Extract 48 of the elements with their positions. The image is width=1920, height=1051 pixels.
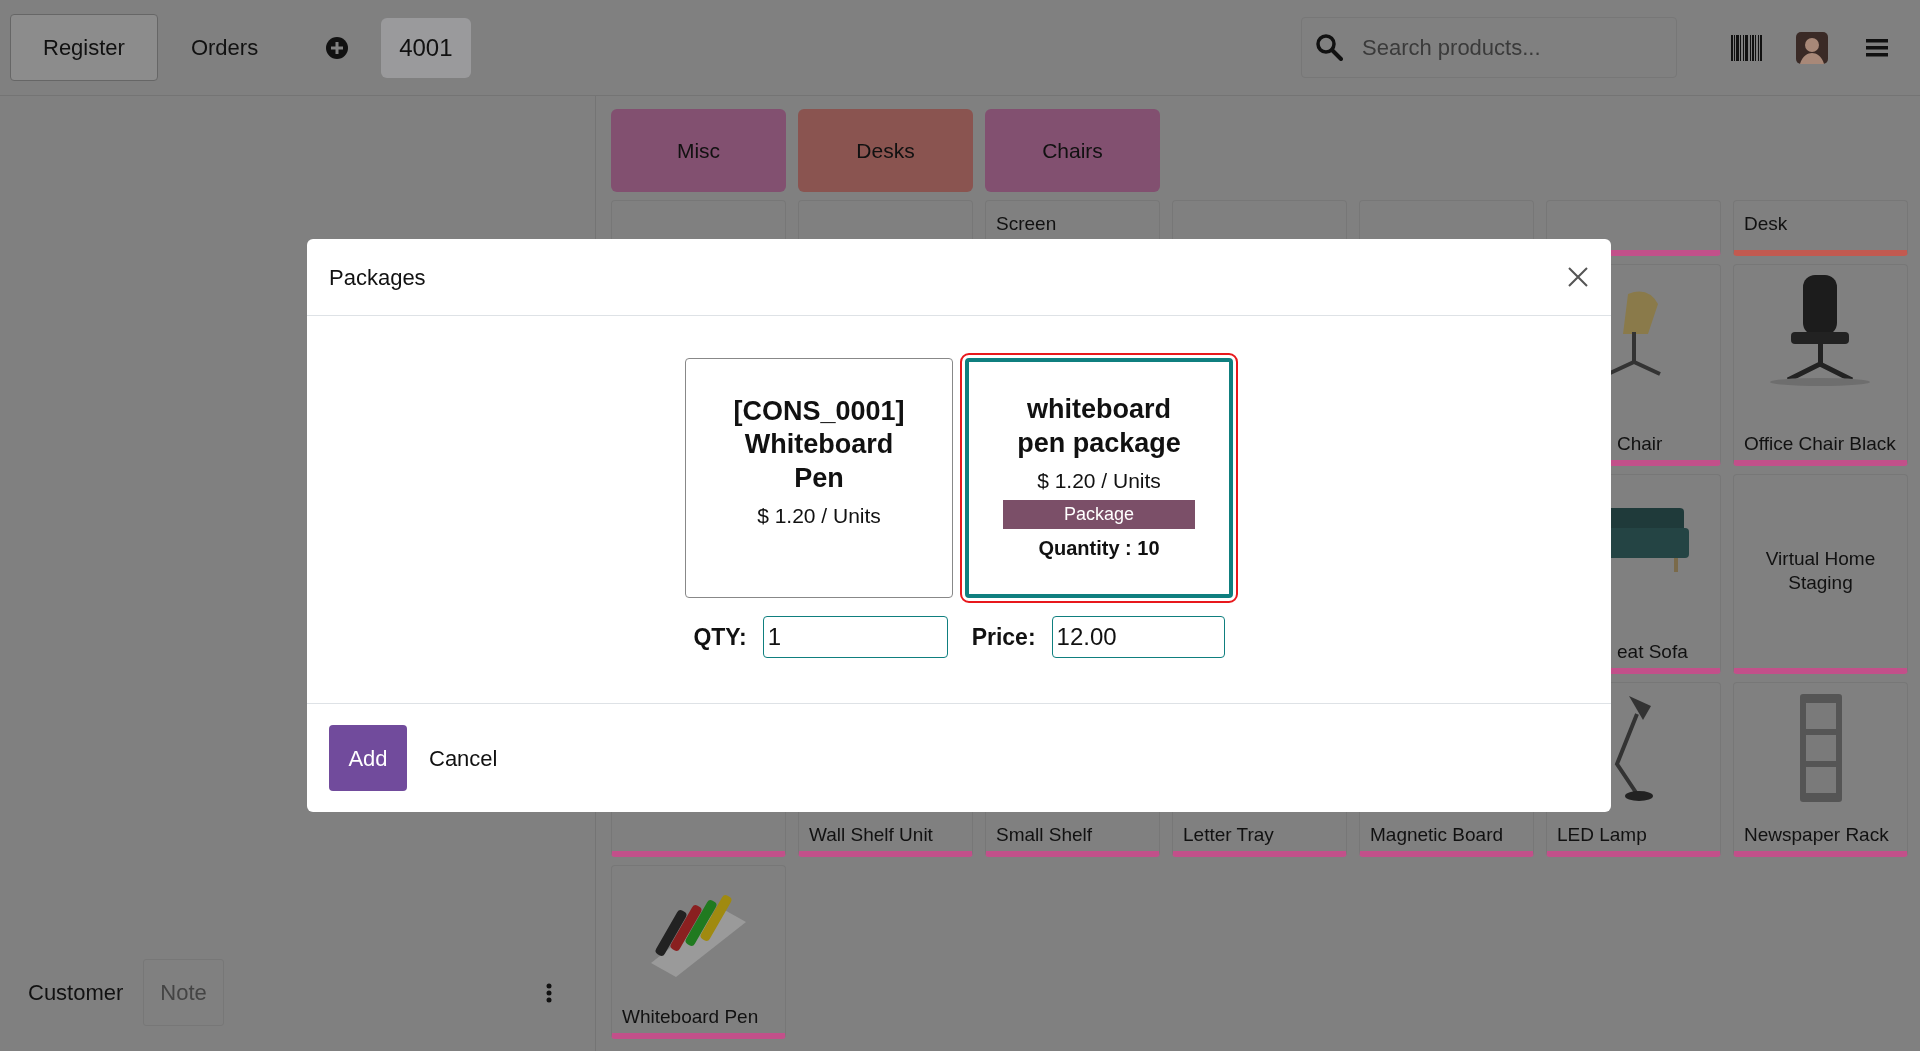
option-price: $ 1.20 / Units <box>756 502 882 529</box>
category-button[interactable]: Chairs <box>985 109 1160 192</box>
product-name: LED Lamp <box>1556 823 1648 848</box>
package-badge: Package <box>1003 500 1195 529</box>
product-name: Virtual Home Staging <box>1764 546 1877 595</box>
product-name: Desk <box>1743 212 1789 237</box>
search-field[interactable]: Search products... <box>1301 17 1677 78</box>
option-title: [CONS_0001] Whiteboard Pen <box>732 394 906 496</box>
product-name: Newspaper Rack <box>1743 823 1890 848</box>
search-icon <box>1315 33 1343 61</box>
add-icon[interactable] <box>325 35 350 60</box>
input-field[interactable]: 12.00 <box>1051 616 1225 658</box>
product-card[interactable]: Newspaper Rack <box>1733 682 1908 857</box>
product-name: eat Sofa <box>1616 640 1689 665</box>
order-tab[interactable]: 4001 <box>381 17 471 78</box>
barcode-icon[interactable] <box>1731 34 1762 61</box>
product-card[interactable]: Virtual Home Staging <box>1733 474 1908 674</box>
menu-icon[interactable] <box>1866 38 1888 57</box>
product-name: Wall Shelf Unit <box>808 823 934 848</box>
option-price: $ 1.20 / Units <box>1036 467 1162 494</box>
option-title: whiteboard pen package <box>1016 393 1182 460</box>
product-name: Magnetic Board <box>1369 823 1505 848</box>
note-button[interactable]: Note <box>143 959 224 1026</box>
product-name: Whiteboard Pen <box>621 1005 760 1030</box>
option-quantity: Quantity : 10 <box>1037 536 1161 561</box>
category-button[interactable]: Desks <box>798 109 973 192</box>
input-field[interactable]: 1 <box>762 616 948 658</box>
more-options-icon[interactable] <box>546 982 552 1003</box>
category-button[interactable]: Misc <box>611 109 786 192</box>
product-card[interactable]: Office Chair Black <box>1733 264 1908 466</box>
product-name: Chair <box>1616 432 1664 457</box>
product-card[interactable]: Desk <box>1733 200 1908 256</box>
product-name: Small Shelf <box>995 823 1094 848</box>
product-name: Screen <box>995 212 1058 237</box>
product-name: Letter Tray <box>1182 823 1275 848</box>
close-icon[interactable] <box>1567 266 1589 288</box>
field-label: QTY: <box>693 622 747 652</box>
avatar-icon[interactable] <box>1796 31 1828 64</box>
nav-tab[interactable]: Orders <box>157 14 292 81</box>
cancel-button[interactable]: Cancel <box>407 741 520 775</box>
nav-tab[interactable]: Register <box>10 14 158 81</box>
customer-button[interactable]: Customer <box>8 966 144 1019</box>
product-name: Office Chair Black <box>1743 432 1897 457</box>
package-option[interactable]: [CONS_0001] Whiteboard Pen $ 1.20 / Units <box>685 358 953 598</box>
dialog-title: Packages <box>329 263 426 292</box>
add-button[interactable]: Add <box>329 725 407 791</box>
product-card[interactable]: Whiteboard Pen <box>611 865 786 1039</box>
field-label: Price: <box>971 622 1036 652</box>
